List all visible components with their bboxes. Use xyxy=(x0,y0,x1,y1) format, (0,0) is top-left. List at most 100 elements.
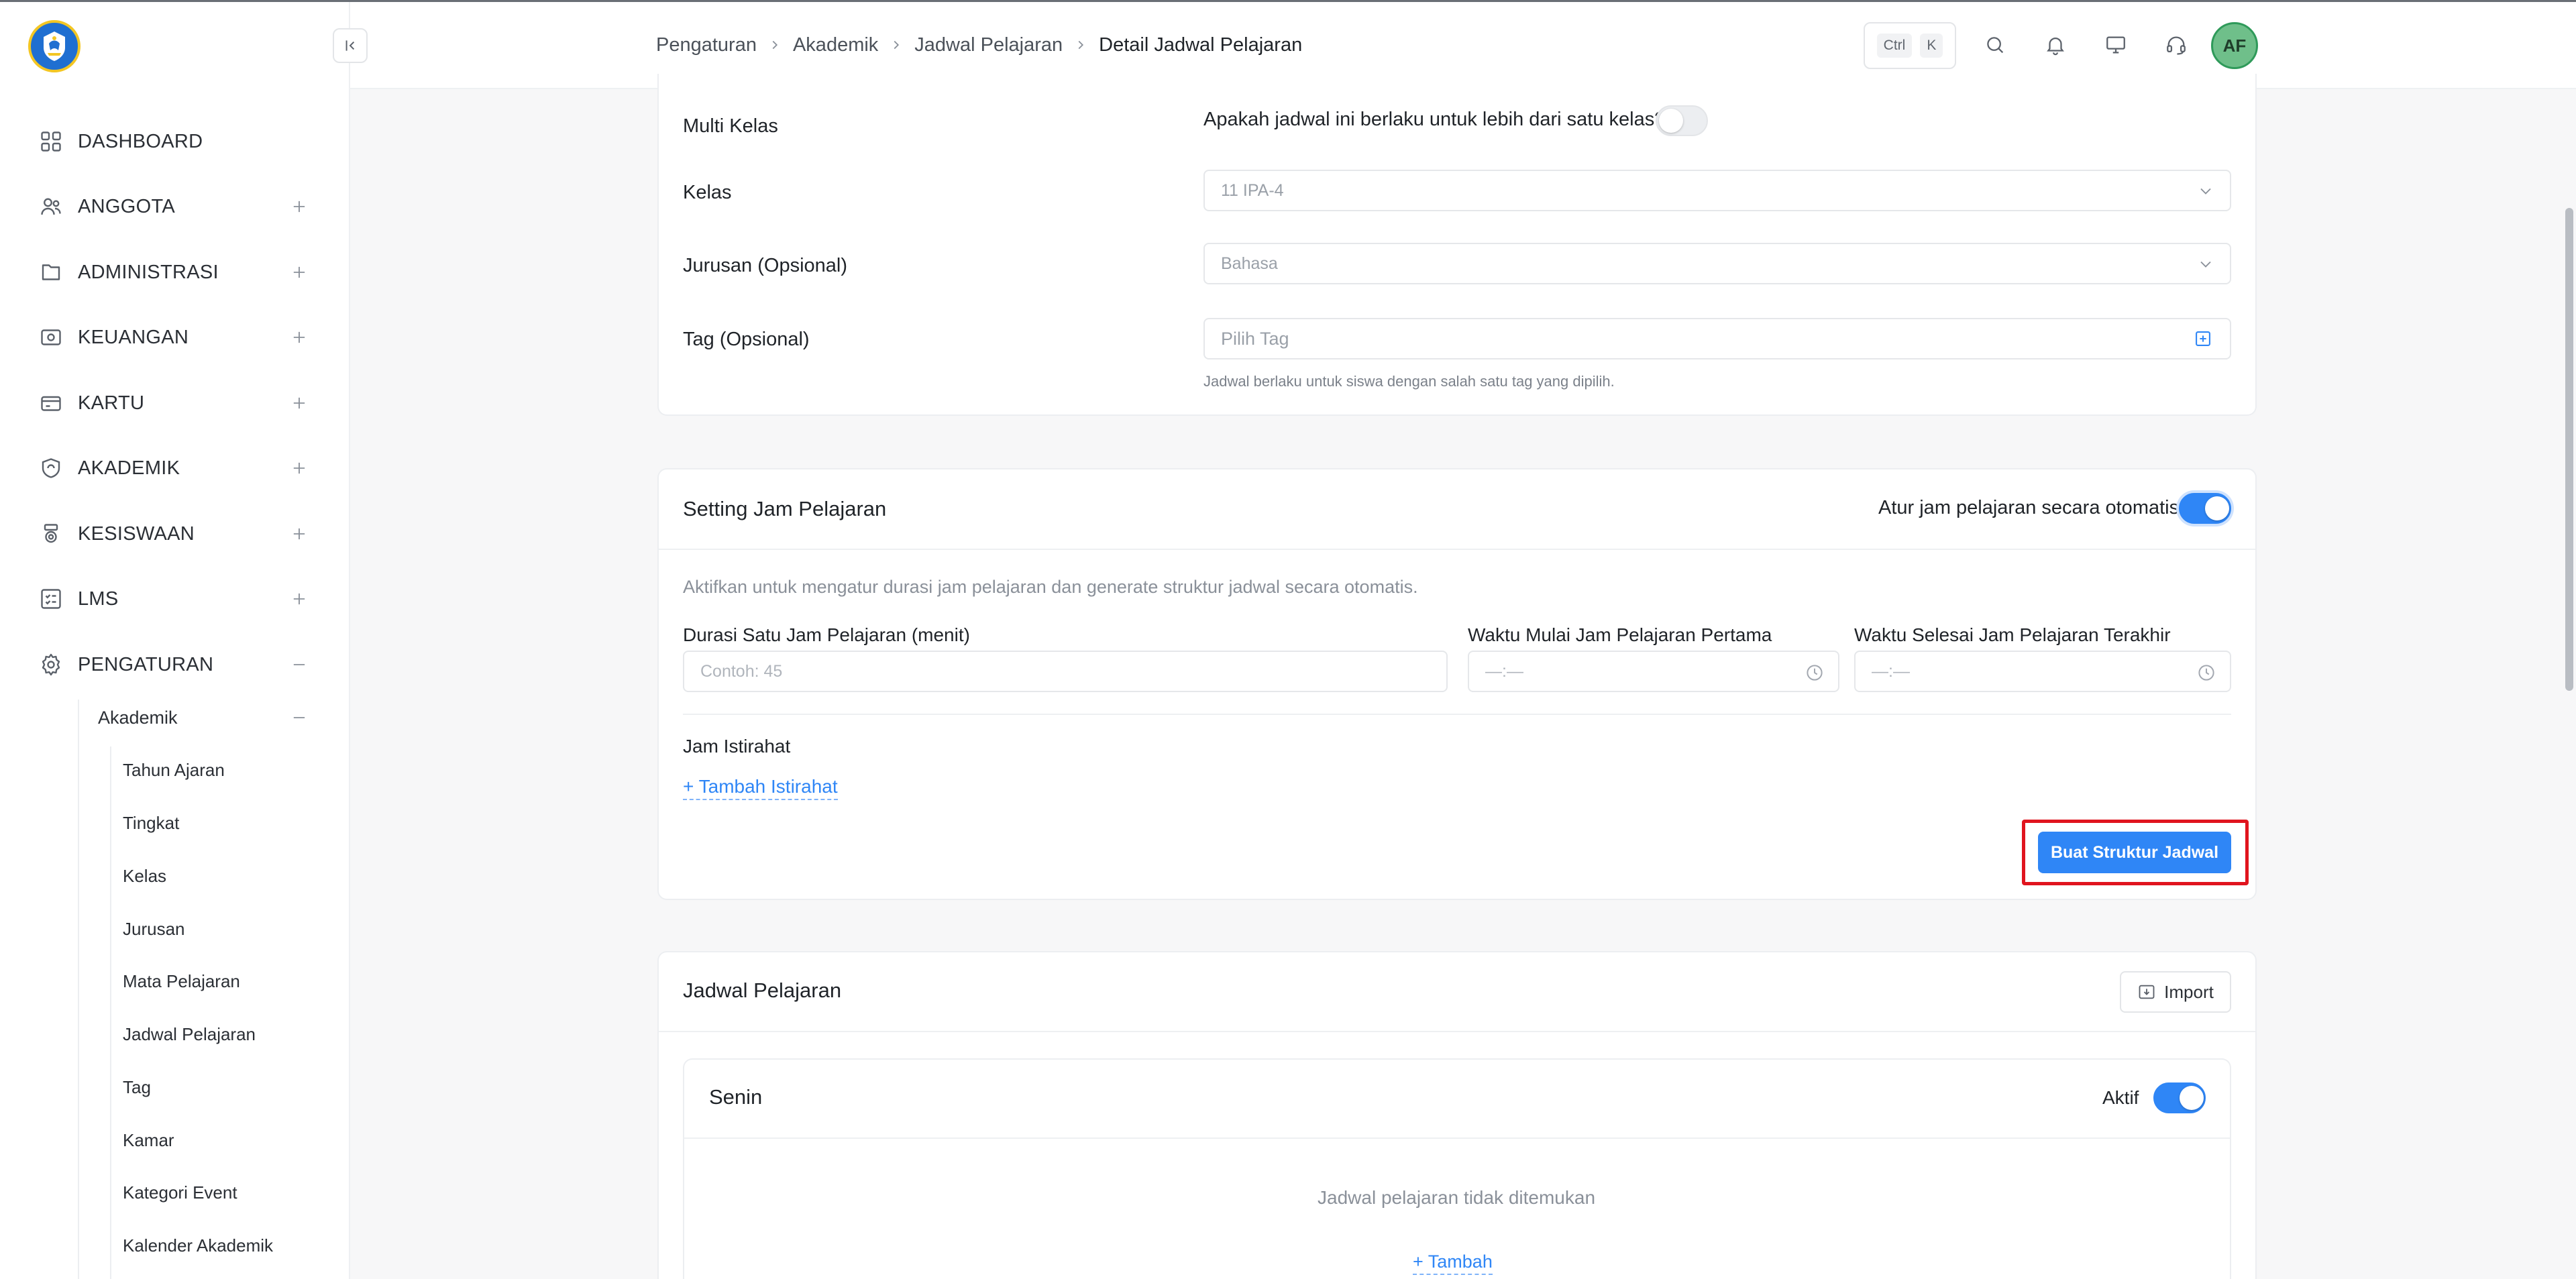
jurusan-select[interactable]: Bahasa xyxy=(1203,243,2231,284)
expand-plus-icon[interactable] xyxy=(286,193,313,220)
collapse-minus-icon[interactable] xyxy=(286,651,313,678)
kbd-ctrl: Ctrl xyxy=(1876,34,1913,58)
panel-divider xyxy=(684,1137,2230,1139)
day-name: Senin xyxy=(709,1085,763,1109)
durasi-label: Durasi Satu Jam Pelajaran (menit) xyxy=(683,624,970,645)
monitor-icon[interactable] xyxy=(2101,30,2131,60)
sidebar-item-keuangan[interactable]: KEUANGAN xyxy=(38,317,313,357)
search-icon[interactable] xyxy=(1980,30,2010,60)
collapse-minus-icon[interactable] xyxy=(286,704,313,731)
sidebar: DASHBOARD ANGGOTA ADMINISTRASI KEUANGAN … xyxy=(0,2,350,1279)
jurusan-value: Bahasa xyxy=(1221,254,1278,273)
plus-square-icon[interactable] xyxy=(2194,329,2215,351)
tag-help-text: Jadwal berlaku untuk siswa dengan salah … xyxy=(1203,373,1615,390)
sidebar-link-jurusan[interactable]: Jurusan xyxy=(123,910,324,948)
auto-schedule-label: Atur jam pelajaran secara otomatis xyxy=(1878,497,2180,518)
collapse-left-icon xyxy=(345,40,355,51)
sidebar-link-kelas[interactable]: Kelas xyxy=(123,857,324,895)
sidebar-item-label: AKADEMIK xyxy=(78,457,180,479)
users-icon xyxy=(38,193,64,220)
sidebar-item-lms[interactable]: LMS xyxy=(38,579,313,619)
card-divider xyxy=(659,1031,2255,1032)
tag-select[interactable]: Pilih Tag xyxy=(1203,318,2231,359)
expand-plus-icon[interactable] xyxy=(286,324,313,351)
sidebar-item-label: DASHBOARD xyxy=(78,130,203,152)
day-active-toggle[interactable] xyxy=(2153,1082,2206,1113)
sidebar-link-tingkat[interactable]: Tingkat xyxy=(123,804,324,842)
logo-emblem-icon xyxy=(44,32,65,61)
sidebar-item-kesiswaan[interactable]: KESISWAAN xyxy=(38,514,313,554)
setting-title: Setting Jam Pelajaran xyxy=(683,497,887,520)
sidebar-item-label: PENGATURAN xyxy=(78,653,214,675)
grid-icon xyxy=(38,128,64,155)
waktu-selesai-label: Waktu Selesai Jam Pelajaran Terakhir xyxy=(1854,624,2171,645)
buat-struktur-jadwal-button[interactable]: Buat Struktur Jadwal xyxy=(2038,832,2231,873)
headset-icon[interactable] xyxy=(2161,30,2191,60)
expand-plus-icon[interactable] xyxy=(286,259,313,286)
expand-plus-icon[interactable] xyxy=(286,390,313,416)
card-icon xyxy=(38,390,64,416)
sidebar-item-anggota[interactable]: ANGGOTA xyxy=(38,186,313,227)
waktu-selesai-input[interactable]: —:— xyxy=(1854,651,2231,692)
avatar[interactable]: AF xyxy=(2211,22,2258,69)
sidebar-link-mata-pelajaran[interactable]: Mata Pelajaran xyxy=(123,962,324,1000)
kelas-select[interactable]: 11 IPA-4 xyxy=(1203,170,2231,211)
multi-kelas-toggle[interactable] xyxy=(1656,105,1708,136)
sidebar-link-jadwal-pelajaran[interactable]: Jadwal Pelajaran xyxy=(123,1015,324,1053)
tambah-istirahat-link[interactable]: + Tambah Istirahat xyxy=(683,776,838,800)
multi-kelas-label: Multi Kelas xyxy=(683,115,778,137)
sidebar-item-label: KEUANGAN xyxy=(78,326,189,348)
empty-state-text: Jadwal pelajaran tidak ditemukan xyxy=(1318,1187,1596,1208)
sidebar-item-label: KARTU xyxy=(78,392,145,414)
setting-description: Aktifkan untuk mengatur durasi jam pelaj… xyxy=(683,577,1418,597)
sidebar-subitem-label: Akademik xyxy=(98,707,178,728)
sidebar-item-kartu[interactable]: KARTU xyxy=(38,383,313,423)
breadcrumb-current: Detail Jadwal Pelajaran xyxy=(1099,34,1303,56)
waktu-mulai-input[interactable]: —:— xyxy=(1468,651,1839,692)
tambah-jadwal-link[interactable]: + Tambah xyxy=(1413,1252,1493,1275)
sidebar-item-administrasi[interactable]: ADMINISTRASI xyxy=(38,252,313,292)
app-logo[interactable] xyxy=(28,20,80,72)
scrollbar-thumb[interactable] xyxy=(2565,208,2573,691)
badge-icon xyxy=(38,455,64,482)
sidebar-item-akademik[interactable]: AKADEMIK xyxy=(38,448,313,488)
download-icon xyxy=(2139,985,2155,999)
card-divider xyxy=(659,549,2255,550)
toggle-knob xyxy=(1659,109,1683,133)
sidebar-subitem-akademik[interactable]: Akademik xyxy=(98,699,313,736)
durasi-placeholder: Contoh: 45 xyxy=(700,661,783,681)
expand-plus-icon[interactable] xyxy=(286,455,313,482)
auto-schedule-toggle[interactable] xyxy=(2179,493,2231,524)
breadcrumb-jadwal-pelajaran[interactable]: Jadwal Pelajaran xyxy=(914,34,1063,56)
avatar-initials: AF xyxy=(2222,35,2247,56)
folder-icon xyxy=(38,259,64,286)
import-button[interactable]: Import xyxy=(2120,971,2231,1013)
sidebar-link-tag[interactable]: Tag xyxy=(123,1068,324,1106)
submenu-guide-line xyxy=(110,746,111,1279)
list-check-icon xyxy=(38,586,64,612)
multi-kelas-question: Apakah jadwal ini berlaku untuk lebih da… xyxy=(1203,109,1666,130)
command-search-shortcut[interactable]: Ctrl K xyxy=(1864,22,1956,69)
sidebar-link-kalender-akademik[interactable]: Kalender Akademik xyxy=(123,1227,324,1264)
expand-plus-icon[interactable] xyxy=(286,520,313,547)
jurusan-label: Jurusan (Opsional) xyxy=(683,255,847,276)
sidebar-collapse-button[interactable] xyxy=(333,28,368,63)
gear-icon xyxy=(38,651,64,678)
breadcrumb-akademik[interactable]: Akademik xyxy=(793,34,878,56)
sidebar-link-tahun-ajaran[interactable]: Tahun Ajaran xyxy=(123,751,324,789)
breadcrumb: Pengaturan Akademik Jadwal Pelajaran Det… xyxy=(656,32,1302,58)
durasi-input[interactable]: Contoh: 45 xyxy=(683,651,1448,692)
chevron-down-icon xyxy=(2196,255,2215,274)
kelas-label: Kelas xyxy=(683,182,732,203)
sidebar-link-kategori-event[interactable]: Kategori Event xyxy=(123,1174,324,1211)
chevron-right-icon xyxy=(767,38,782,52)
expand-plus-icon[interactable] xyxy=(286,586,313,612)
sidebar-item-pengaturan[interactable]: PENGATURAN xyxy=(38,645,313,685)
kelas-value: 11 IPA-4 xyxy=(1221,180,1284,200)
tag-placeholder: Pilih Tag xyxy=(1221,328,1289,349)
sidebar-link-kamar[interactable]: Kamar xyxy=(123,1121,324,1159)
toggle-knob xyxy=(2205,496,2229,520)
breadcrumb-pengaturan[interactable]: Pengaturan xyxy=(656,34,757,56)
sidebar-item-dashboard[interactable]: DASHBOARD xyxy=(38,121,313,162)
bell-icon[interactable] xyxy=(2041,30,2070,60)
